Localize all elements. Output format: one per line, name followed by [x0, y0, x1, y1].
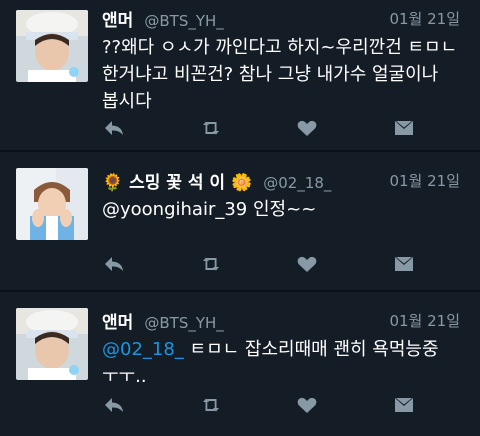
tweet-date[interactable]: 01월 21일 — [389, 310, 460, 331]
blossom-emoji: 🌼 — [230, 173, 253, 193]
heart-icon — [297, 120, 317, 136]
direct-message-icon — [395, 398, 413, 412]
tweet-card[interactable]: 🌻 스밍 꽃 석 이 🌼 @02_18_ 01월 21일 @yoongihair… — [0, 152, 480, 290]
sunflower-emoji: 🌻 — [102, 173, 124, 193]
direct-message-icon — [395, 121, 413, 135]
tweet-card[interactable]: 앤머 @BTS_YH_ 01월 21일 @02_18_ ㅌㅁㄴ 잡소리때매 괜히… — [0, 292, 480, 436]
avatar[interactable] — [16, 308, 88, 380]
like-button[interactable] — [295, 252, 321, 278]
retweet-button[interactable] — [199, 393, 225, 419]
user-handle[interactable]: @02_18_ — [263, 174, 331, 192]
retweet-icon — [203, 257, 219, 271]
tweet-actions — [102, 252, 422, 278]
user-handle[interactable]: @BTS_YH_ — [144, 314, 223, 332]
reply-icon — [105, 121, 123, 135]
reply-button[interactable] — [102, 116, 128, 142]
tweet-text: @02_18_ ㅌㅁㄴ 잡소리때매 괜히 욕먹능중 ㅜㅜ.. — [102, 336, 468, 390]
tweet-text: ??왜다 ㅇㅅ가 까인다고 하지~우리깐건 ㅌㅁㄴ 한거냐고 비꼰건? 참나 그… — [102, 37, 458, 112]
like-button[interactable] — [295, 116, 321, 142]
user-handle[interactable]: @BTS_YH_ — [144, 12, 223, 30]
display-name-text: 스밍 꽃 석 이 — [129, 173, 226, 193]
reply-icon — [105, 257, 123, 271]
avatar[interactable] — [16, 168, 88, 240]
tweet-date[interactable]: 01월 21일 — [389, 170, 460, 191]
direct-message-button[interactable] — [392, 116, 418, 142]
reply-button[interactable] — [102, 252, 128, 278]
avatar-image — [16, 168, 88, 240]
direct-message-icon — [395, 257, 413, 271]
tweet-actions — [102, 393, 422, 419]
reply-button[interactable] — [102, 393, 128, 419]
display-name[interactable]: 앤머 — [102, 11, 133, 31]
heart-icon — [297, 256, 317, 272]
avatar-image — [16, 308, 88, 380]
timeline: 앤머 @BTS_YH_ 01월 21일 ??왜다 ㅇㅅ가 까인다고 하지~우리깐… — [0, 0, 480, 436]
mention-link[interactable]: @02_18_ — [102, 339, 184, 360]
like-button[interactable] — [295, 393, 321, 419]
reply-icon — [105, 398, 123, 412]
direct-message-button[interactable] — [392, 252, 418, 278]
tweet-actions — [102, 116, 422, 142]
display-name[interactable]: 앤머 — [102, 313, 133, 333]
tweet-date[interactable]: 01월 21일 — [389, 8, 460, 29]
retweet-icon — [203, 398, 219, 412]
heart-icon — [297, 397, 317, 413]
retweet-button[interactable] — [199, 252, 225, 278]
retweet-button[interactable] — [199, 116, 225, 142]
tweet-text: @yoongihair_39 인정~~ — [102, 196, 468, 223]
avatar[interactable] — [16, 10, 88, 82]
avatar-image — [16, 10, 88, 82]
tweet-text-body: 인정~~ — [247, 199, 317, 220]
tweet-card[interactable]: 앤머 @BTS_YH_ 01월 21일 ??왜다 ㅇㅅ가 까인다고 하지~우리깐… — [0, 0, 480, 150]
retweet-icon — [203, 121, 219, 135]
direct-message-button[interactable] — [392, 393, 418, 419]
mention-link[interactable]: @yoongihair_39 — [102, 199, 247, 220]
display-name[interactable]: 🌻 스밍 꽃 석 이 🌼 — [102, 173, 252, 193]
